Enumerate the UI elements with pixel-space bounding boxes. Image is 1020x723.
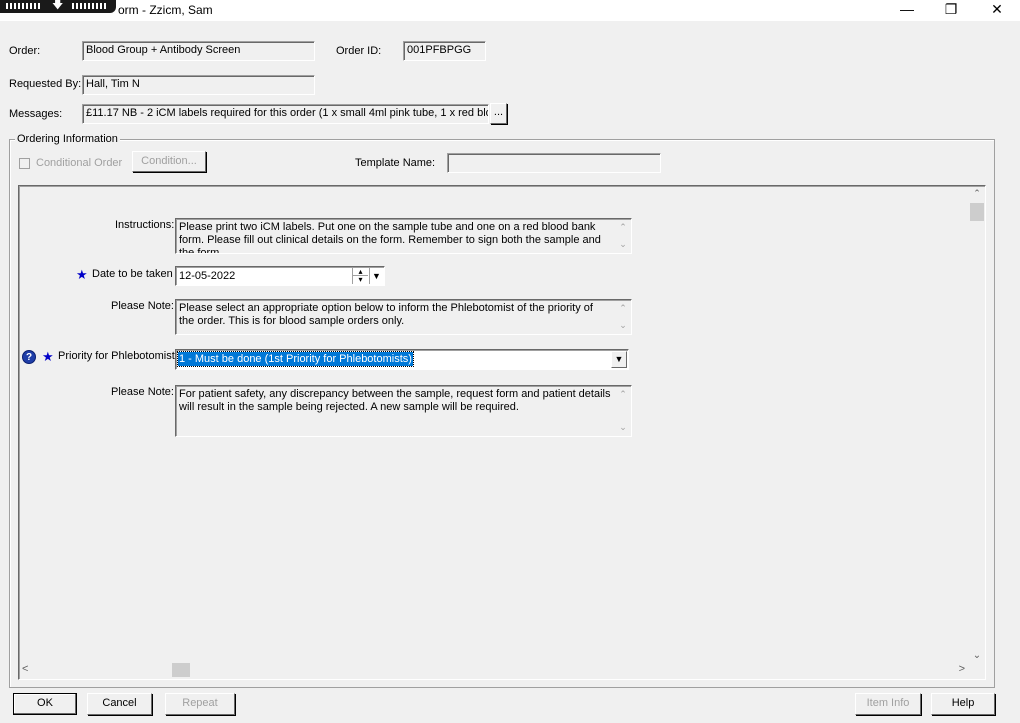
horizontal-scroll-thumb[interactable] (172, 663, 190, 677)
instructions-label: Instructions: (115, 219, 175, 231)
spin-down-icon[interactable]: ▾ (353, 276, 368, 284)
download-arrow-icon[interactable]: 🡇 (52, 0, 63, 11)
remote-toolbar-overlay[interactable]: 🡇 (0, 0, 116, 13)
requested-by-label: Requested By: (9, 78, 82, 90)
repeat-button[interactable]: Repeat (165, 693, 235, 715)
scroll-up-icon[interactable]: ⌃ (616, 302, 630, 315)
close-button[interactable]: ✕ (974, 0, 1020, 20)
date-dropdown-icon[interactable]: ▼ (369, 268, 383, 284)
conditional-order-checkbox[interactable] (19, 158, 30, 169)
date-label: Date to be taken (92, 268, 173, 280)
instructions-textbox[interactable]: Please print two iCM labels. Put one on … (175, 218, 632, 254)
note2-scrollbar[interactable]: ⌃ ⌄ (616, 387, 630, 435)
scroll-left-icon[interactable]: < (22, 663, 28, 675)
date-spinner[interactable]: ▴ ▾ (352, 268, 368, 284)
messages-label: Messages: (9, 108, 63, 120)
chevron-down-icon[interactable]: ▼ (611, 351, 627, 368)
order-label: Order: (9, 45, 41, 57)
scroll-down-icon[interactable]: ⌄ (616, 238, 630, 251)
note1-label: Please Note: (111, 300, 174, 312)
priority-label: Priority for Phlebotomists (58, 350, 181, 362)
scroll-down-icon[interactable]: ⌄ (616, 421, 630, 434)
requested-by-field: Hall, Tim N (82, 75, 315, 95)
scroll-up-icon[interactable]: ⌃ (616, 388, 630, 401)
minimize-button[interactable]: — (884, 0, 930, 20)
messages-more-button[interactable]: ... (490, 103, 507, 124)
instructions-text: Please print two iCM labels. Put one on … (179, 221, 601, 254)
note2-text: For patient safety, any discrepancy betw… (179, 388, 611, 413)
panel-horizontal-scrollbar[interactable]: < > (20, 662, 969, 679)
date-picker[interactable]: 12-05-2022 ▴ ▾ ▼ (175, 266, 385, 286)
note1-textbox[interactable]: Please select an appropriate option belo… (175, 299, 632, 335)
cancel-button[interactable]: Cancel (87, 693, 152, 715)
template-name-field[interactable] (447, 153, 661, 173)
condition-button[interactable]: Condition... (132, 151, 206, 172)
messages-field: £11.17 NB - 2 iCM labels required for th… (82, 104, 489, 124)
order-field: Blood Group + Antibody Screen (82, 41, 315, 61)
window-title: orm - Zzicm, Sam (118, 3, 213, 17)
conditional-order-label: Conditional Order (36, 157, 123, 169)
required-star-icon: ★ (42, 349, 54, 364)
scroll-up-icon[interactable]: ⌃ (969, 188, 985, 199)
note2-textbox[interactable]: For patient safety, any discrepancy betw… (175, 385, 632, 437)
template-name-label: Template Name: (355, 157, 436, 169)
grip-icon (6, 3, 40, 9)
note1-scrollbar[interactable]: ⌃ ⌄ (616, 301, 630, 333)
scroll-up-icon[interactable]: ⌃ (616, 221, 630, 234)
help-icon[interactable]: ? (22, 350, 36, 364)
ok-button[interactable]: OK (13, 693, 77, 715)
date-value: 12-05-2022 (179, 270, 236, 282)
ordering-information-title: Ordering Information (15, 133, 120, 145)
note1-text: Please select an appropriate option belo… (179, 302, 593, 327)
instructions-scrollbar[interactable]: ⌃ ⌄ (616, 220, 630, 252)
item-info-button[interactable]: Item Info (855, 693, 921, 715)
scroll-down-icon[interactable]: ⌄ (969, 650, 985, 661)
panel-vertical-scrollbar[interactable]: ⌃ ⌄ (969, 187, 985, 662)
priority-dropdown[interactable]: 1 - Must be done (1st Priority for Phleb… (175, 349, 629, 370)
priority-selected-value: 1 - Must be done (1st Priority for Phleb… (177, 351, 414, 367)
required-star-icon: ★ (76, 267, 88, 282)
order-id-label: Order ID: (336, 45, 382, 57)
grip-icon (72, 3, 106, 9)
maximize-button[interactable]: ❐ (928, 0, 974, 20)
vertical-scroll-thumb[interactable] (970, 203, 984, 221)
scroll-right-icon[interactable]: > (959, 663, 965, 675)
help-button[interactable]: Help (931, 693, 995, 715)
scroll-down-icon[interactable]: ⌄ (616, 319, 630, 332)
order-id-field: 001PFBPGG (403, 41, 486, 61)
note2-label: Please Note: (111, 386, 174, 398)
